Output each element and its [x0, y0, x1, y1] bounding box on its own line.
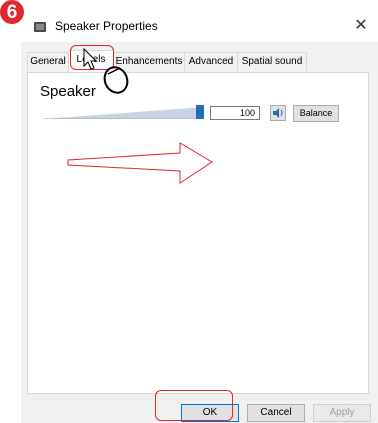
annotation-overlay: [67, 47, 213, 184]
mouse-icon: [103, 66, 129, 94]
mouse-pointer-icon: [83, 47, 98, 70]
arrow-right-icon: [67, 142, 213, 184]
